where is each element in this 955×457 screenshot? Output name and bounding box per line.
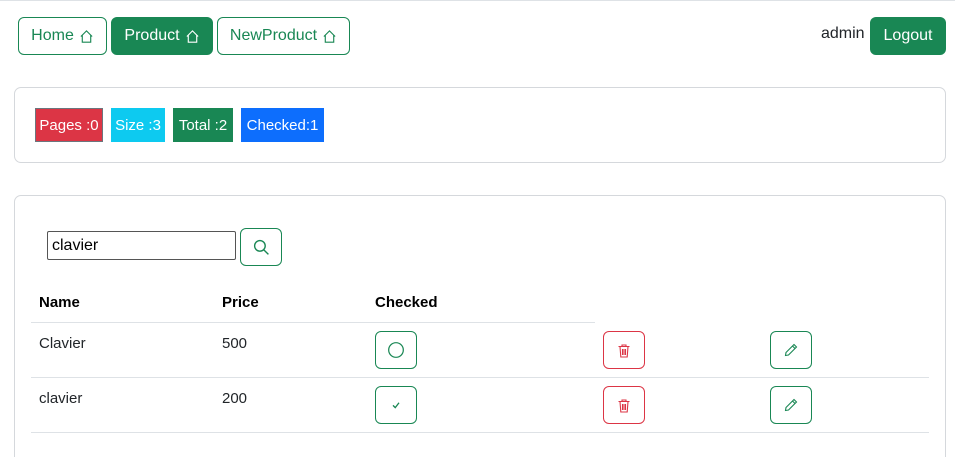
nav-newproduct-label: NewProduct — [229, 27, 318, 44]
nav-product-label: Product — [124, 27, 180, 44]
search-icon — [253, 239, 269, 255]
header-divider — [31, 322, 595, 323]
row-2-edit-button[interactable] — [770, 386, 812, 424]
circle-icon — [388, 342, 404, 358]
row-2-price: 200 — [222, 390, 248, 407]
top-border — [0, 0, 955, 1]
house-icon — [323, 29, 336, 43]
checked-badge: Checked:1 — [241, 108, 324, 142]
row-2-delete-button[interactable] — [603, 386, 645, 424]
row-1-edit-button[interactable] — [770, 331, 812, 369]
column-header-checked: Checked — [375, 294, 438, 311]
row-1-price: 500 — [222, 335, 248, 352]
pencil-icon — [784, 398, 798, 412]
row-1-delete-button[interactable] — [603, 331, 645, 369]
trash-icon — [618, 343, 630, 358]
logout-button[interactable]: Logout — [870, 17, 946, 55]
row-1-name: Clavier — [39, 335, 86, 352]
row-divider — [31, 377, 929, 378]
search-input[interactable] — [47, 231, 236, 260]
check-icon — [392, 402, 400, 409]
row-1-check-toggle-button[interactable] — [375, 331, 417, 369]
house-icon — [186, 29, 199, 43]
pencil-icon — [784, 343, 798, 357]
house-icon — [80, 29, 93, 43]
pages-badge: Pages :0 — [35, 108, 103, 142]
search-button[interactable] — [240, 228, 282, 266]
column-header-price: Price — [222, 294, 259, 311]
size-badge: Size :3 — [111, 108, 165, 142]
nav-newproduct-button[interactable]: NewProduct — [217, 17, 350, 55]
nav-product-button[interactable]: Product — [111, 17, 213, 55]
trash-icon — [618, 398, 630, 413]
nav-home-label: Home — [31, 27, 74, 44]
row-2-name: clavier — [39, 390, 83, 407]
column-header-name: Name — [39, 294, 80, 311]
total-badge: Total :2 — [173, 108, 233, 142]
username-label: admin — [821, 25, 865, 42]
row-divider — [31, 432, 929, 433]
row-2-check-toggle-button[interactable] — [375, 386, 417, 424]
nav-home-button[interactable]: Home — [18, 17, 107, 55]
